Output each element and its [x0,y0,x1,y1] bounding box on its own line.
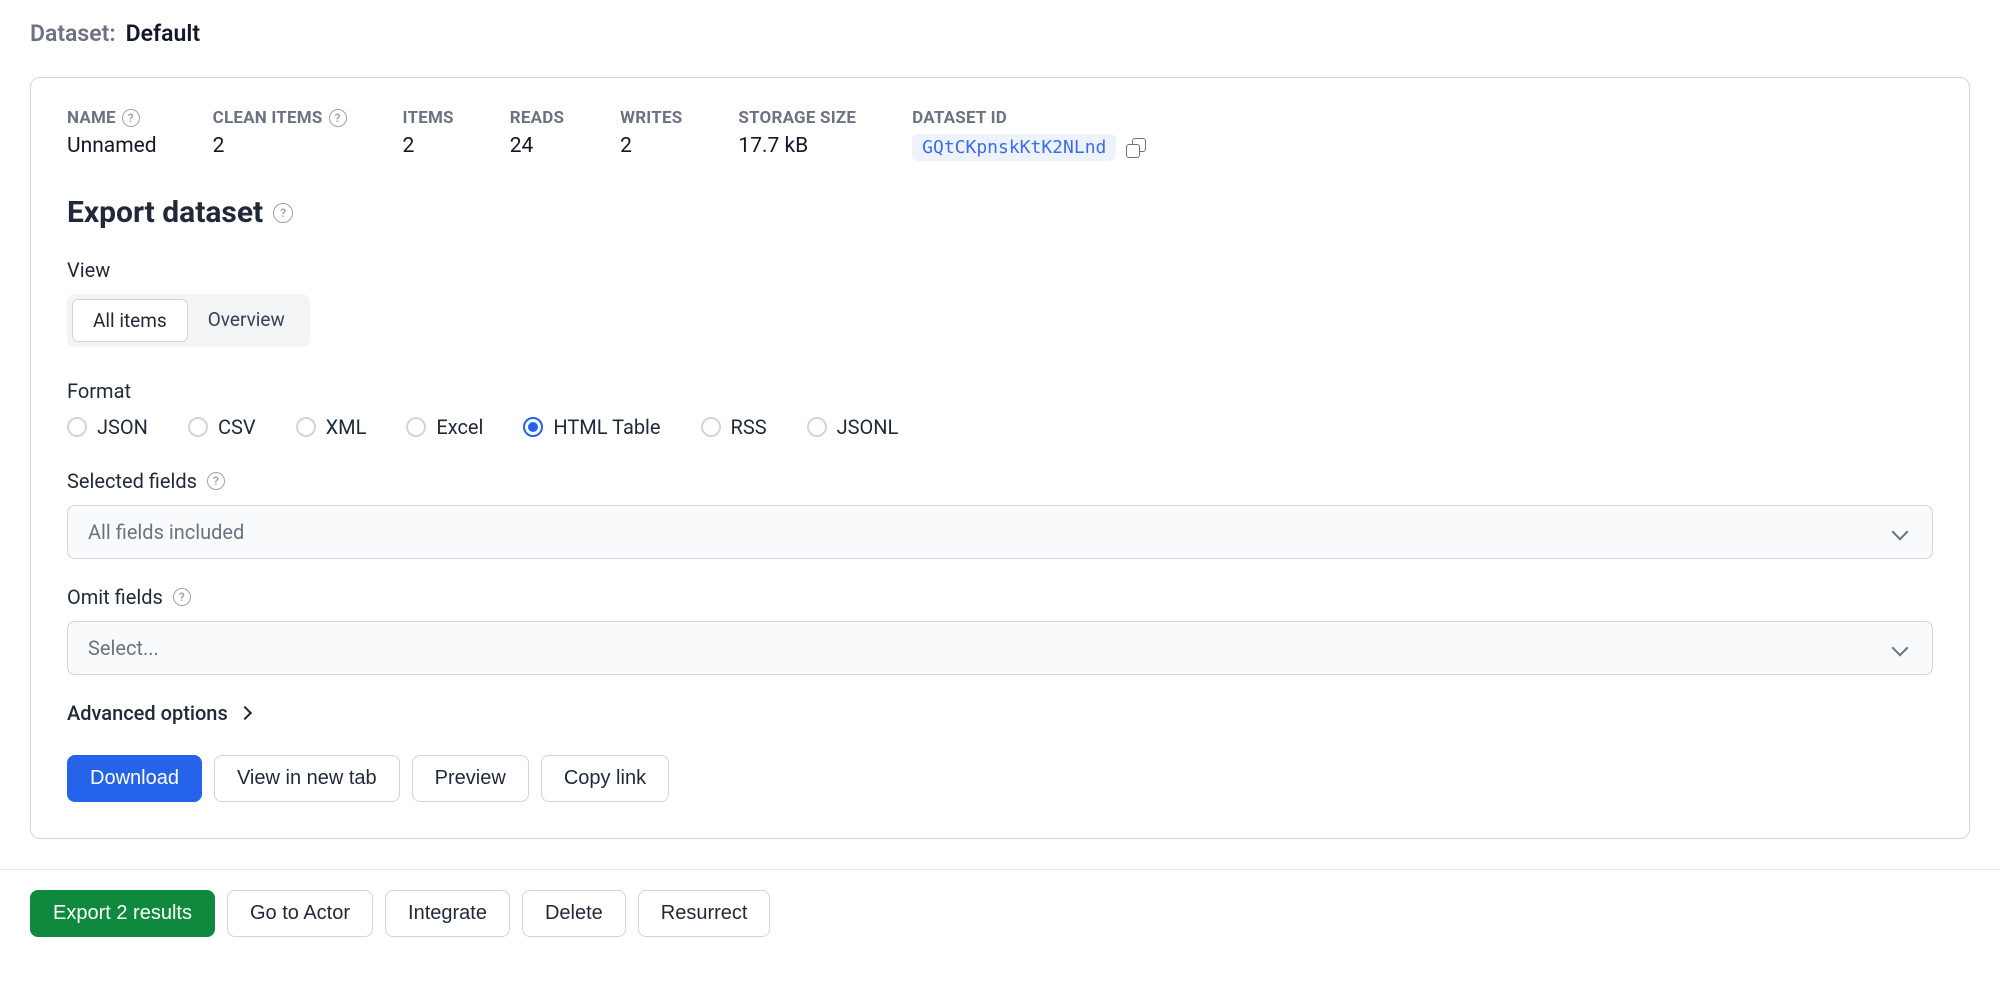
export-buttons: Download View in new tab Preview Copy li… [67,755,1933,802]
format-label: Format [67,379,1933,403]
go-to-actor-button[interactable]: Go to Actor [227,890,373,937]
stat-items-value: 2 [403,134,454,158]
help-icon[interactable] [273,203,293,223]
selected-fields-placeholder: All fields included [88,520,244,544]
stat-clean-items-value: 2 [213,134,347,158]
omit-fields-select[interactable]: Select... [67,621,1933,675]
help-icon[interactable] [207,472,225,490]
format-csv[interactable]: CSV [188,415,256,439]
format-json-label: JSON [97,415,148,439]
help-icon[interactable] [122,109,140,127]
delete-button[interactable]: Delete [522,890,626,937]
stat-writes-value: 2 [620,134,682,158]
stat-storage-size: STORAGE SIZE 17.7 kB [738,108,856,161]
export-title-text: Export dataset [67,195,263,230]
help-icon[interactable] [173,588,191,606]
chevron-right-icon [238,706,252,720]
format-xml[interactable]: XML [296,415,367,439]
format-rss-label: RSS [731,415,767,439]
stat-name-value: Unnamed [67,134,157,158]
stat-name-label: NAME [67,108,116,128]
page-header: Dataset: Default [0,0,2000,67]
stat-dataset-id-label: DATASET ID [912,108,1146,128]
stat-reads: READS 24 [510,108,564,161]
stat-name: NAME Unnamed [67,108,157,161]
tab-all-items[interactable]: All items [72,299,188,342]
selected-fields-select[interactable]: All fields included [67,505,1933,559]
radio-icon [523,417,543,437]
resurrect-button[interactable]: Resurrect [638,890,771,937]
stat-writes: WRITES 2 [620,108,682,161]
advanced-options-toggle[interactable]: Advanced options [67,701,1933,725]
omit-fields-label-text: Omit fields [67,585,163,609]
stat-dataset-id: DATASET ID GQtCKpnskKtK2NLnd [912,108,1146,161]
copy-icon[interactable] [1126,138,1146,158]
chevron-down-icon [1892,640,1909,657]
format-csv-label: CSV [218,415,256,439]
chevron-down-icon [1892,524,1909,541]
view-new-tab-button[interactable]: View in new tab [214,755,400,802]
radio-icon [701,417,721,437]
format-xml-label: XML [326,415,367,439]
dataset-label: Dataset: [30,20,116,47]
view-tabs: All items Overview [67,294,310,347]
stats-row: NAME Unnamed CLEAN ITEMS 2 ITEMS 2 READS… [67,108,1933,161]
stat-items: ITEMS 2 [403,108,454,161]
stat-items-label: ITEMS [403,108,454,128]
stat-writes-label: WRITES [620,108,682,128]
stat-clean-items: CLEAN ITEMS 2 [213,108,347,161]
stat-reads-label: READS [510,108,564,128]
format-json[interactable]: JSON [67,415,148,439]
dataset-card: NAME Unnamed CLEAN ITEMS 2 ITEMS 2 READS… [30,77,1970,839]
help-icon[interactable] [329,109,347,127]
format-excel-label: Excel [436,415,483,439]
stat-storage-size-label: STORAGE SIZE [738,108,856,128]
preview-button[interactable]: Preview [412,755,529,802]
footer-actions: Export 2 results Go to Actor Integrate D… [0,869,2000,957]
radio-icon [406,417,426,437]
dataset-name: Default [126,20,200,47]
stat-clean-items-label: CLEAN ITEMS [213,108,323,128]
format-jsonl-label: JSONL [837,415,899,439]
format-jsonl[interactable]: JSONL [807,415,899,439]
format-rss[interactable]: RSS [701,415,767,439]
copy-link-button[interactable]: Copy link [541,755,669,802]
radio-icon [67,417,87,437]
radio-icon [807,417,827,437]
selected-fields-label-text: Selected fields [67,469,197,493]
format-html-label: HTML Table [553,415,660,439]
stat-reads-value: 24 [510,134,564,158]
radio-icon [188,417,208,437]
download-button[interactable]: Download [67,755,202,802]
format-html-table[interactable]: HTML Table [523,415,660,439]
dataset-id-value: GQtCKpnskKtK2NLnd [912,134,1116,161]
omit-fields-label: Omit fields [67,585,1933,609]
format-excel[interactable]: Excel [406,415,483,439]
tab-overview[interactable]: Overview [188,299,305,342]
stat-storage-size-value: 17.7 kB [738,134,856,158]
integrate-button[interactable]: Integrate [385,890,510,937]
format-radios: JSON CSV XML Excel HTML Table RSS JSONL [67,415,1933,439]
radio-icon [296,417,316,437]
export-results-button[interactable]: Export 2 results [30,890,215,937]
view-label: View [67,258,1933,282]
selected-fields-label: Selected fields [67,469,1933,493]
export-title: Export dataset [67,195,1933,230]
advanced-options-label: Advanced options [67,701,228,725]
omit-fields-placeholder: Select... [88,636,159,660]
